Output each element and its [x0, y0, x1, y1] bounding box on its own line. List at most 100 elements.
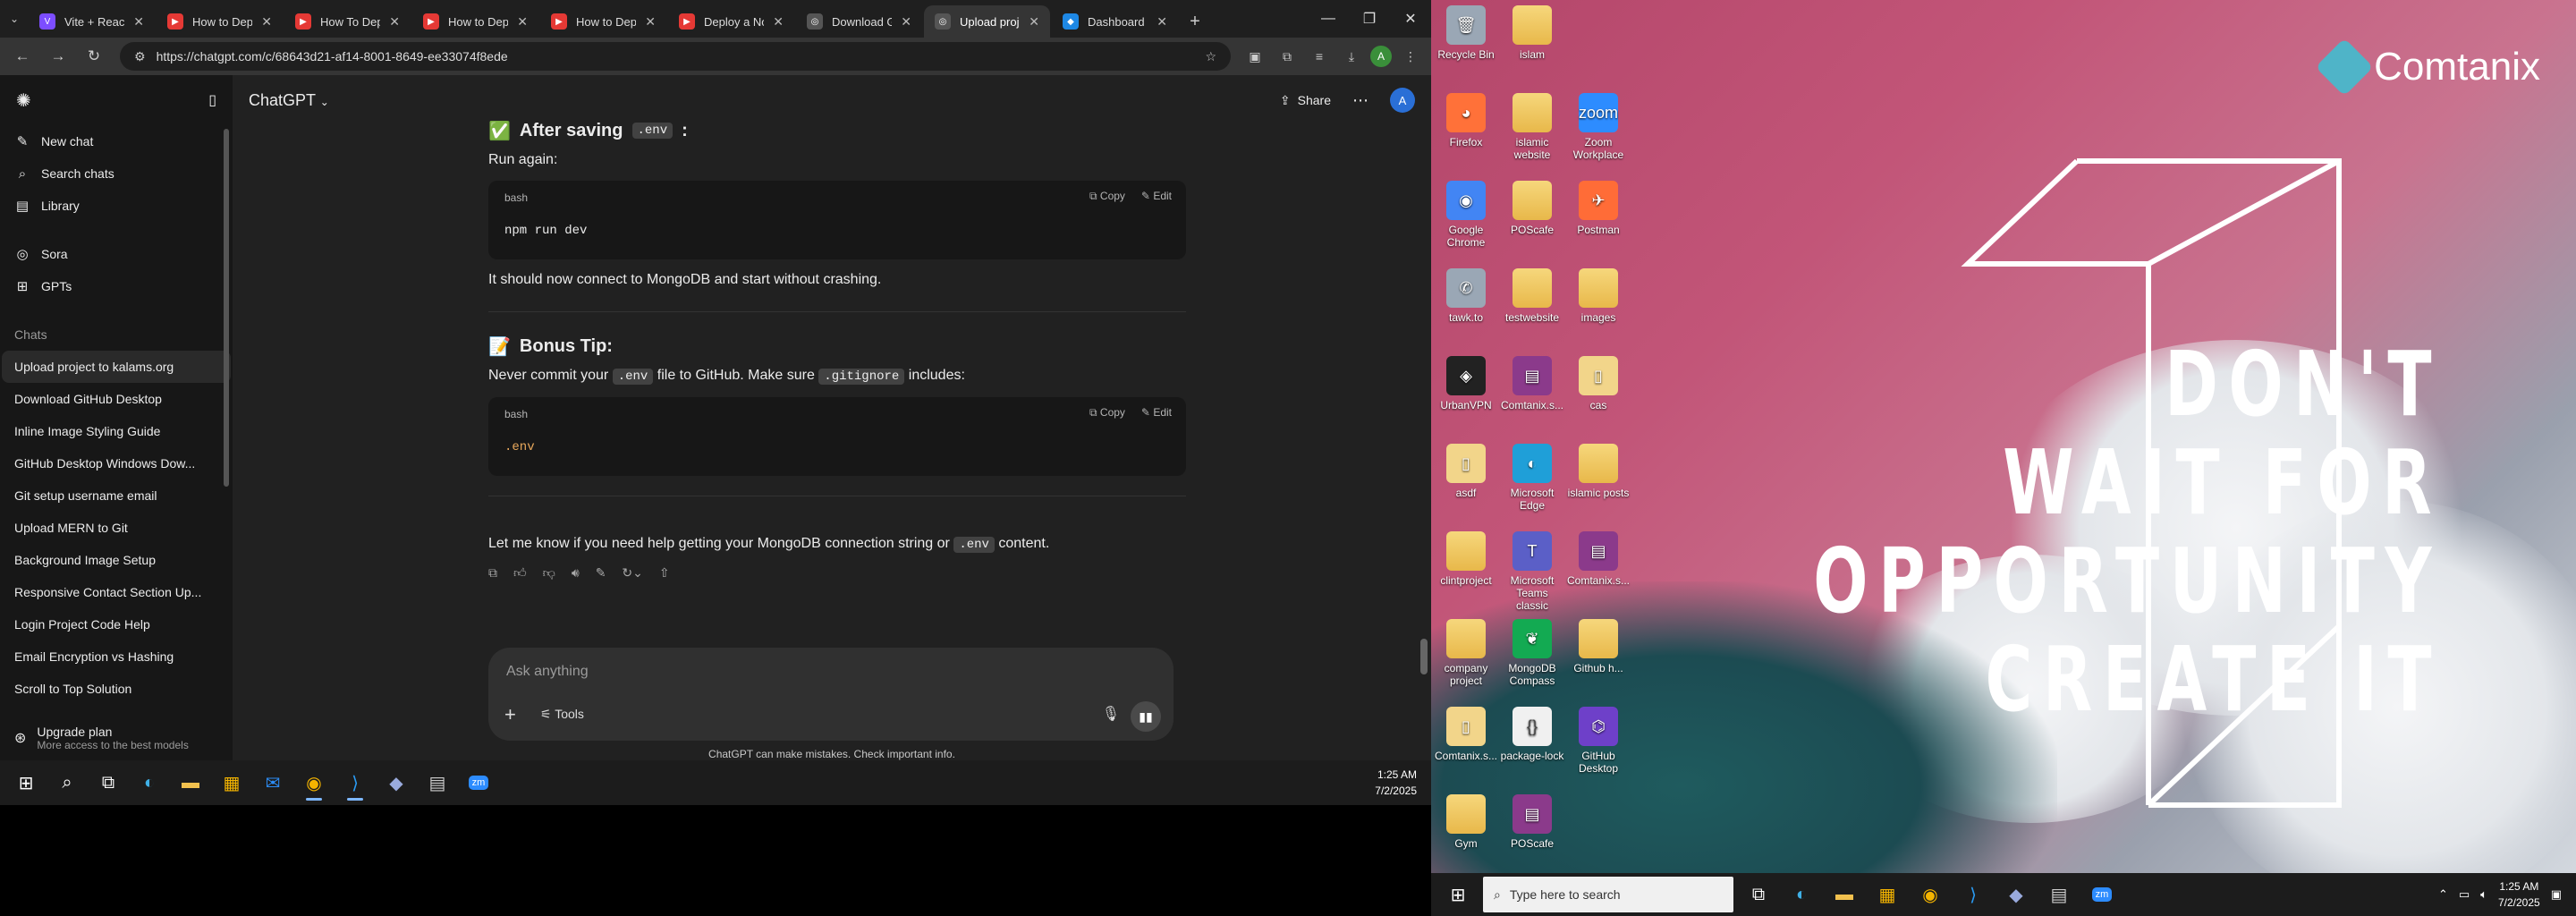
copy-code-button[interactable]: ⧉ Copy — [1089, 406, 1125, 420]
tab-close-icon[interactable]: ✕ — [389, 14, 400, 30]
task-view-icon[interactable]: ⧉ — [1737, 875, 1780, 914]
voice-mode-icon[interactable]: ▮▮ — [1131, 701, 1161, 732]
file-explorer-icon[interactable]: ▬ — [1823, 875, 1866, 914]
desktop-icon-folder[interactable]: clintproject — [1433, 531, 1499, 587]
upgrade-plan-button[interactable]: ⊛ Upgrade plan More access to the best m… — [0, 716, 233, 760]
user-avatar[interactable]: A — [1390, 88, 1415, 113]
desktop-icon-folder[interactable]: company project — [1433, 619, 1499, 687]
desktop-icon-zoom[interactable]: zoom Zoom Workplace — [1565, 93, 1631, 161]
zoom-icon[interactable]: zm — [458, 763, 499, 802]
desktop-icon-tawk[interactable]: ✆ tawk.to — [1433, 268, 1499, 324]
forward-icon[interactable]: → — [43, 41, 73, 72]
tab-close-icon[interactable]: ✕ — [1029, 14, 1039, 30]
close-window-icon[interactable]: ✕ — [1390, 0, 1431, 38]
browser-tab[interactable]: ▶ How To Deplo ✕ — [284, 5, 411, 38]
taskbar-search-box[interactable]: ⌕ Type here to search — [1483, 877, 1733, 912]
reload-icon[interactable]: ↻ — [79, 41, 109, 72]
app-icon[interactable]: ▤ — [2038, 875, 2080, 914]
browser-tab[interactable]: ◎ Download Git ✕ — [796, 5, 922, 38]
tab-close-icon[interactable]: ✕ — [261, 14, 272, 30]
share-icon[interactable]: ⇧ — [659, 565, 670, 581]
openai-logo-icon[interactable]: ✺ — [16, 89, 31, 112]
browser-tab[interactable]: ◆ Dashboard ✕ — [1052, 5, 1178, 38]
composer-input[interactable]: Ask anything — [506, 664, 589, 680]
copy-code-button[interactable]: ⧉ Copy — [1089, 190, 1125, 203]
tab-close-icon[interactable]: ✕ — [901, 14, 911, 30]
site-info-icon[interactable]: ⚙ — [134, 49, 146, 64]
main-scrollbar[interactable] — [1420, 639, 1428, 674]
edge-icon[interactable]: ◐ — [129, 763, 170, 802]
desktop-icon-folder[interactable]: islamic posts — [1565, 444, 1631, 499]
desktop-icon-file[interactable]: ▯ Comtanix.s... — [1433, 707, 1499, 762]
desktop-icon-teams[interactable]: T Microsoft Teams classic — [1499, 531, 1565, 612]
microphone-icon[interactable]: 🎙︎ — [1102, 705, 1120, 723]
desktop-icon-mongo[interactable]: ❦ MongoDB Compass — [1499, 619, 1565, 687]
sidebar-item-sora[interactable]: ◎ Sora — [0, 238, 233, 270]
sidebar-item-search-chats[interactable]: ⌕ Search chats — [0, 157, 233, 190]
browser-tab[interactable]: V Vite + React ✕ — [29, 5, 155, 38]
desktop-icon-vpn[interactable]: ◈ UrbanVPN — [1433, 356, 1499, 411]
copy-icon[interactable]: ⧉ — [488, 565, 497, 581]
github-desktop-icon[interactable]: ◆ — [1995, 875, 2038, 914]
desktop-icon-file[interactable]: ▯ cas — [1565, 356, 1631, 411]
edit-code-button[interactable]: ✎ Edit — [1141, 190, 1172, 203]
tab-close-icon[interactable]: ✕ — [133, 14, 144, 30]
clock[interactable]: 1:25 AM 7/2/2025 — [2498, 878, 2540, 911]
desktop-icon-edge[interactable]: ◐ Microsoft Edge — [1499, 444, 1565, 512]
chat-history-item[interactable]: Background Image Setup — [2, 544, 231, 576]
desktop-icon-chrome[interactable]: ◉ Google Chrome — [1433, 181, 1499, 249]
desktop-icon-file[interactable]: ▯ asdf — [1433, 444, 1499, 499]
network-icon[interactable]: ▭ — [2459, 887, 2470, 902]
store-icon[interactable]: ▦ — [211, 763, 252, 802]
browser-tab[interactable]: ◎ Upload projec ✕ — [924, 5, 1050, 38]
chat-history-item[interactable]: Responsive Contact Section Up... — [2, 576, 231, 608]
zoom-icon[interactable]: zm — [2080, 875, 2123, 914]
desktop-icon-folder[interactable]: islam — [1499, 5, 1565, 61]
tab-close-icon[interactable]: ✕ — [517, 14, 528, 30]
extensions-puzzle-icon[interactable]: ⧉ — [1274, 43, 1301, 70]
edit-in-canvas-icon[interactable]: ✎ — [596, 565, 606, 581]
more-options-icon[interactable]: ⋯ — [1352, 91, 1368, 110]
download-icon[interactable]: ⤓ — [1338, 43, 1365, 70]
share-button[interactable]: ⇪ Share — [1280, 93, 1331, 108]
tab-close-icon[interactable]: ✕ — [645, 14, 656, 30]
model-selector[interactable]: ChatGPT ⌄ — [249, 91, 329, 110]
browser-tab[interactable]: ▶ Deploy a Nod ✕ — [668, 5, 794, 38]
chat-history-item[interactable]: GitHub Desktop Windows Dow... — [2, 447, 231, 479]
desktop-icon-folder[interactable]: Gym — [1433, 794, 1499, 850]
desktop-icon-json[interactable]: {} package-lock — [1499, 707, 1565, 762]
minimize-icon[interactable]: — — [1308, 0, 1349, 38]
desktop-icon-folder[interactable]: POScafe — [1499, 181, 1565, 236]
desktop-icon-rar[interactable]: ▤ Comtanix.s... — [1499, 356, 1565, 411]
edge-icon[interactable]: ◐ — [1780, 875, 1823, 914]
chat-history-item[interactable]: Upload MERN to Git — [2, 512, 231, 544]
tab-close-icon[interactable]: ✕ — [773, 14, 784, 30]
task-view-icon[interactable]: ⧉ — [88, 763, 129, 802]
desktop-icon-folder[interactable]: testwebsite — [1499, 268, 1565, 324]
file-explorer-icon[interactable]: ▬ — [170, 763, 211, 802]
profile-avatar[interactable]: A — [1370, 46, 1392, 67]
search-icon[interactable]: ⌕ — [47, 763, 88, 802]
chat-history-item[interactable]: Upload project to kalams.org — [2, 351, 231, 383]
extension-icon[interactable]: ▣ — [1241, 43, 1268, 70]
desktop-icon-postman[interactable]: ✈ Postman — [1565, 181, 1631, 236]
github-desktop-icon[interactable]: ◆ — [376, 763, 417, 802]
browser-tab[interactable]: ▶ How to Deplo ✕ — [540, 5, 666, 38]
desktop-icon-github[interactable]: ⌬ GitHub Desktop — [1565, 707, 1631, 775]
sidebar-item-gpts[interactable]: ⊞ GPTs — [0, 270, 233, 302]
desktop-icon-rar[interactable]: ▤ Comtanix.s... — [1565, 531, 1631, 587]
chat-history-item[interactable]: Download GitHub Desktop — [2, 383, 231, 415]
mail-icon[interactable]: ✉ — [252, 763, 293, 802]
media-control-icon[interactable]: ≡ — [1306, 43, 1333, 70]
store-icon[interactable]: ▦ — [1866, 875, 1909, 914]
vscode-icon[interactable]: ⟩ — [335, 763, 376, 802]
browser-tab[interactable]: ▶ How to Deplo ✕ — [412, 5, 538, 38]
read-aloud-icon[interactable]: 🔊︎ — [572, 565, 580, 581]
start-button[interactable]: ⊞ — [1436, 875, 1479, 914]
desktop-icon-bin[interactable]: 🗑︎ Recycle Bin — [1433, 5, 1499, 61]
clock[interactable]: 1:25 AM 7/2/2025 — [1375, 767, 1426, 799]
browser-menu-icon[interactable]: ⋮ — [1397, 43, 1424, 70]
close-sidebar-icon[interactable]: ▯ — [208, 91, 216, 109]
bookmark-star-icon[interactable]: ☆ — [1205, 49, 1216, 64]
new-tab-button[interactable]: + — [1180, 5, 1210, 38]
